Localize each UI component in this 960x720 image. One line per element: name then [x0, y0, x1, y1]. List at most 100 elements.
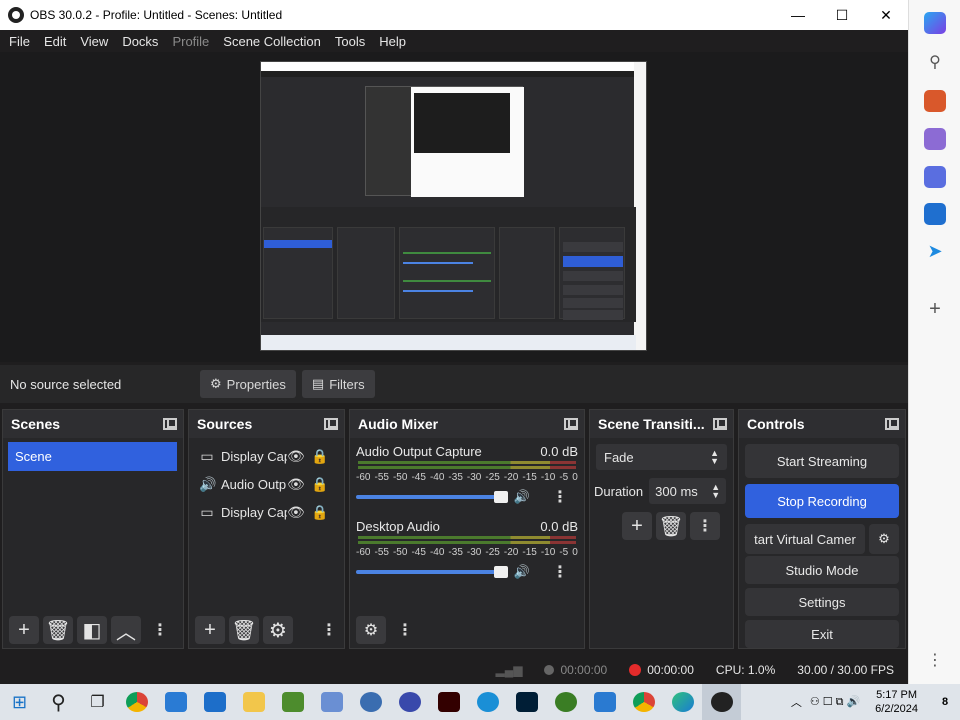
move-scene-up-button[interactable]: ︿: [111, 616, 141, 644]
preview-area[interactable]: [0, 52, 908, 362]
source-item[interactable]: ▭ Display Cap 👁 🔒: [189, 442, 344, 470]
chrome-icon[interactable]: [117, 684, 156, 720]
stop-recording-button[interactable]: Stop Recording: [745, 484, 899, 518]
undock-icon[interactable]: [713, 418, 727, 430]
menu-scene-collection[interactable]: Scene Collection: [216, 34, 328, 49]
start-virtual-camera-button[interactable]: tart Virtual Camer: [745, 524, 865, 554]
store-icon[interactable]: [156, 684, 195, 720]
scene-filters-button[interactable]: ◧: [77, 616, 107, 644]
scenes-dock: Scenes Scene + 🗑 ◧ ︿ ⋮: [2, 409, 184, 649]
unlock-icon[interactable]: 🔒: [311, 448, 328, 465]
app-icon[interactable]: [312, 684, 351, 720]
add-scene-button[interactable]: +: [9, 616, 39, 644]
settings-button[interactable]: Settings: [745, 588, 899, 616]
app-icon[interactable]: [468, 684, 507, 720]
unlock-icon[interactable]: 🔒: [311, 476, 328, 493]
source-more-button[interactable]: ⋮: [314, 616, 344, 644]
system-clock[interactable]: 5:17 PM 6/2/2024: [875, 688, 918, 716]
virtual-camera-settings-button[interactable]: ⚙: [869, 524, 899, 554]
source-item[interactable]: 🔊 Audio Outp 👁 🔒: [189, 470, 344, 498]
search-icon[interactable]: ⚲: [39, 684, 78, 720]
scene-more-button[interactable]: ⋮: [145, 616, 175, 644]
add-icon[interactable]: +: [924, 298, 946, 320]
properties-button[interactable]: ⚙ Properties: [200, 370, 296, 398]
vscode-icon[interactable]: [585, 684, 624, 720]
minimize-button[interactable]: —: [776, 0, 820, 30]
menu-view[interactable]: View: [73, 34, 115, 49]
menu-tools[interactable]: Tools: [328, 34, 372, 49]
mail-icon[interactable]: [195, 684, 234, 720]
transition-more-button[interactable]: ⋮: [690, 512, 720, 540]
chevron-up-icon[interactable]: ︿: [791, 694, 802, 710]
undock-icon[interactable]: [324, 418, 338, 430]
eye-icon[interactable]: 👁: [287, 476, 305, 493]
eye-icon[interactable]: 👁: [287, 504, 305, 521]
illustrator-icon[interactable]: [429, 684, 468, 720]
chrome-icon[interactable]: [624, 684, 663, 720]
undock-icon[interactable]: [564, 418, 578, 430]
filters-button[interactable]: ▤ Filters: [301, 370, 375, 398]
menu-help[interactable]: Help: [372, 34, 413, 49]
undock-icon[interactable]: [163, 418, 177, 430]
app-icon[interactable]: [351, 684, 390, 720]
volume-slider[interactable]: [356, 491, 508, 503]
gear-icon: ⚙: [210, 376, 222, 391]
studio-mode-button[interactable]: Studio Mode: [745, 556, 899, 584]
file-explorer-icon[interactable]: [234, 684, 273, 720]
games-icon[interactable]: [924, 128, 946, 150]
notification-center[interactable]: 8: [930, 690, 960, 714]
start-streaming-button[interactable]: Start Streaming: [745, 444, 899, 478]
duration-spinbox[interactable]: 300 ms ▲ ▼: [649, 478, 727, 504]
mixer-settings-button[interactable]: ⚙: [356, 616, 386, 644]
browser-sidebar: ⚲ ➤ + ⋮: [908, 0, 960, 684]
tools-icon[interactable]: [924, 90, 946, 112]
remove-scene-button[interactable]: 🗑: [43, 616, 73, 644]
menu-docks[interactable]: Docks: [115, 34, 165, 49]
more-icon[interactable]: ⋮: [924, 650, 946, 672]
transition-select[interactable]: Fade ▲ ▼: [596, 444, 727, 470]
exit-button[interactable]: Exit: [745, 620, 899, 648]
speaker-icon[interactable]: 🔊: [514, 489, 530, 505]
menu-profile[interactable]: Profile: [165, 34, 216, 49]
outlook-icon[interactable]: [924, 203, 946, 225]
eye-icon[interactable]: 👁: [287, 448, 305, 465]
channel-menu-button[interactable]: ⋮: [552, 487, 568, 507]
channel-name: Audio Output Capture: [356, 444, 482, 459]
obs-icon[interactable]: [702, 684, 741, 720]
add-source-button[interactable]: +: [195, 616, 225, 644]
scenes-title: Scenes: [11, 416, 61, 432]
menu-file[interactable]: File: [2, 34, 37, 49]
speaker-icon[interactable]: 🔊: [514, 564, 530, 580]
start-button[interactable]: ⊞: [0, 684, 39, 720]
lock-icon[interactable]: 🔒: [311, 504, 328, 521]
source-item[interactable]: ▭ Display Cap 👁 🔒: [189, 498, 344, 526]
edge-icon[interactable]: [663, 684, 702, 720]
close-button[interactable]: ✕: [864, 0, 908, 30]
app-icon[interactable]: [390, 684, 429, 720]
updown-icon: ▲ ▼: [711, 482, 721, 500]
remove-source-button[interactable]: 🗑: [229, 616, 259, 644]
source-properties-button[interactable]: ⚙: [263, 616, 293, 644]
task-view-icon[interactable]: ❐: [78, 684, 117, 720]
send-icon[interactable]: ➤: [924, 240, 946, 262]
app-icon[interactable]: [546, 684, 585, 720]
undock-icon[interactable]: [885, 418, 899, 430]
scene-item[interactable]: Scene: [8, 442, 177, 471]
add-transition-button[interactable]: +: [622, 512, 652, 540]
mixer-more-button[interactable]: ⋮: [390, 616, 420, 644]
channel-db: 0.0 dB: [540, 519, 578, 534]
photoshop-icon[interactable]: [507, 684, 546, 720]
copilot-icon[interactable]: [924, 12, 946, 34]
remove-transition-button[interactable]: 🗑: [656, 512, 686, 540]
fps-indicator: 30.00 / 30.00 FPS: [797, 663, 894, 677]
search-icon[interactable]: ⚲: [924, 52, 946, 74]
preview-canvas[interactable]: [260, 61, 647, 351]
volume-slider[interactable]: [356, 566, 508, 578]
menu-edit[interactable]: Edit: [37, 34, 73, 49]
app-icon[interactable]: [273, 684, 312, 720]
office-icon[interactable]: [924, 166, 946, 188]
maximize-button[interactable]: ☐: [820, 0, 864, 30]
tray-icons[interactable]: ⚇☐⧉🔊: [810, 695, 863, 709]
channel-menu-button[interactable]: ⋮: [552, 562, 568, 582]
scene-transitions-dock: Scene Transiti... Fade ▲ ▼ Duration 300 m…: [589, 409, 734, 649]
